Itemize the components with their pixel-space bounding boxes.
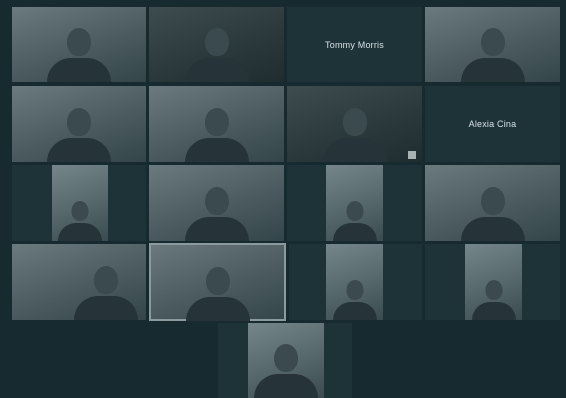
participant-tile-7[interactable] <box>287 86 422 162</box>
participant-video <box>460 24 525 82</box>
participant-tile-11[interactable] <box>287 165 422 241</box>
participant-tile-3[interactable]: Tommy Morris <box>287 7 422 82</box>
participant-video <box>332 278 377 320</box>
participant-tile-1[interactable] <box>12 7 146 82</box>
participant-tile-5[interactable] <box>12 86 146 162</box>
participant-video <box>47 24 111 82</box>
participant-tile-14[interactable] <box>149 243 286 321</box>
participant-video <box>184 24 249 82</box>
participant-tile-8[interactable]: Alexia Cina <box>425 86 560 162</box>
participant-tile-6[interactable] <box>149 86 284 162</box>
participant-tile-15[interactable] <box>289 244 422 320</box>
participant-video <box>184 104 249 162</box>
participant-tile-13[interactable] <box>12 244 146 320</box>
participant-name: Alexia Cina <box>468 119 517 129</box>
participant-tile-17[interactable] <box>218 323 352 398</box>
participant-tile-12[interactable] <box>425 165 560 241</box>
participant-video <box>322 104 387 162</box>
participant-video <box>254 340 318 398</box>
participant-name: Tommy Morris <box>325 39 384 50</box>
participant-tile-16[interactable] <box>425 244 560 320</box>
participant-tile-2[interactable] <box>149 7 284 82</box>
participant-video <box>47 104 111 162</box>
participant-video <box>73 262 138 320</box>
participant-video <box>185 263 250 321</box>
participant-video <box>184 183 249 241</box>
participant-video <box>471 278 516 320</box>
participant-video <box>332 199 377 241</box>
participant-tile-10[interactable] <box>149 165 284 241</box>
participant-video <box>58 199 102 241</box>
participant-tile-9[interactable] <box>12 165 146 241</box>
participant-video <box>460 183 525 241</box>
logo-badge-icon <box>408 151 416 159</box>
participant-tile-4[interactable] <box>425 7 560 82</box>
